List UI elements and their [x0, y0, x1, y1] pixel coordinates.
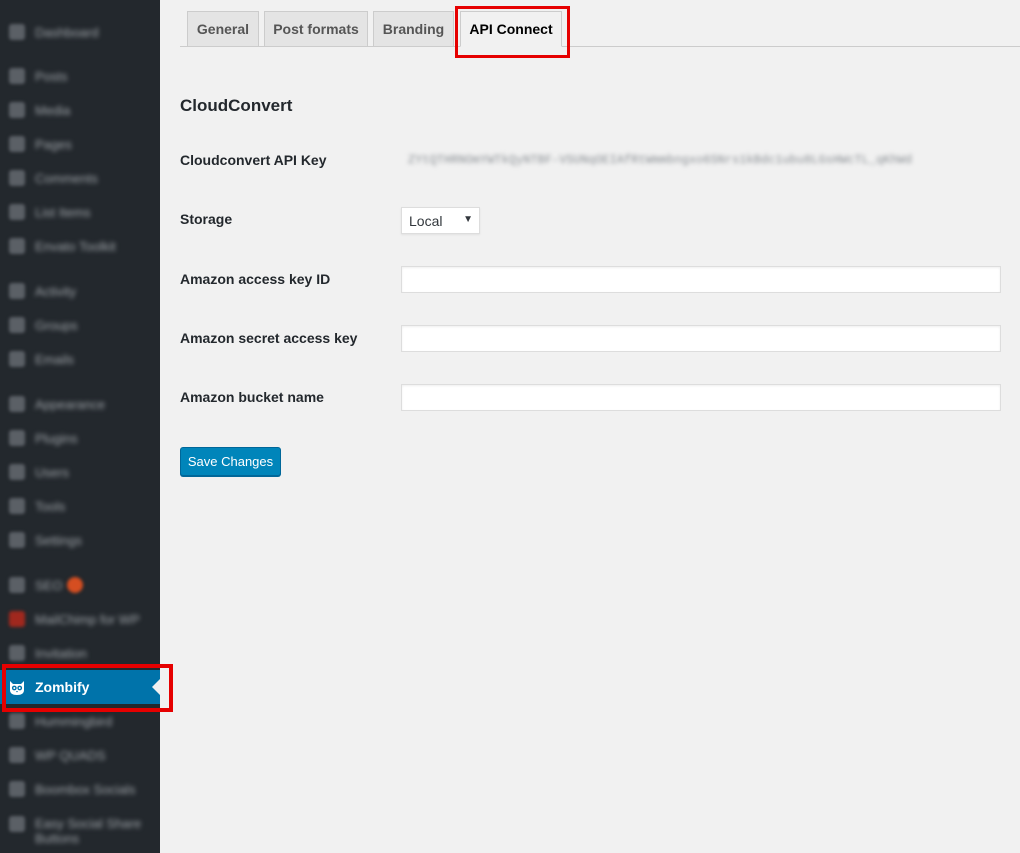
amazon-bucket-label: Amazon bucket name — [180, 389, 324, 405]
amazon-secret-field[interactable] — [401, 325, 1001, 352]
tab-post-formats[interactable]: Post formats — [264, 11, 368, 47]
sidebar-item-list-items[interactable]: List Items — [0, 195, 160, 229]
sidebar-item-wp-quads[interactable]: WP QUADS — [0, 738, 160, 772]
comments-icon — [9, 170, 25, 186]
amazon-secret-label: Amazon secret access key — [180, 330, 358, 346]
sidebar-item-label: List Items — [35, 204, 91, 220]
pages-icon — [9, 136, 25, 152]
groups-icon — [9, 317, 25, 333]
sidebar-item-label: Activity — [35, 283, 77, 299]
amazon-bucket-field[interactable] — [401, 384, 1001, 411]
sidebar-item-media[interactable]: Media — [0, 93, 160, 127]
sidebar-item-label: Plugins — [35, 430, 78, 446]
sidebar-item-comments[interactable]: Comments — [0, 161, 160, 195]
section-title: CloudConvert — [180, 96, 293, 115]
tab-branding[interactable]: Branding — [373, 11, 454, 47]
notification-badge — [67, 577, 84, 593]
save-changes-button[interactable]: Save Changes — [180, 447, 281, 476]
sidebar-item-emails[interactable]: Emails — [0, 342, 160, 376]
sidebar-item-posts[interactable]: Posts — [0, 59, 160, 93]
sidebar-item-label: Groups — [35, 317, 78, 333]
mailchimp-icon — [9, 611, 25, 627]
sidebar-item-label: Comments — [35, 170, 98, 186]
amazon-key-id-label: Amazon access key ID — [180, 271, 331, 287]
sidebar-item-label: Envato Toolkit — [35, 238, 116, 254]
sidebar-item-label: Easy Social Share Buttons — [35, 816, 142, 846]
share-icon — [9, 816, 25, 832]
sidebar-item-label: Emails — [35, 351, 75, 367]
storage-label: Storage — [180, 211, 233, 227]
sidebar-item-label: Pages — [35, 136, 72, 152]
invitation-icon — [9, 645, 25, 661]
api-key-field[interactable]: ZYtQTHRNOmYWTkQyNTBF-VSUNqOEIAfRtWmmbngx… — [401, 148, 1001, 175]
appearance-icon — [9, 396, 25, 412]
sidebar-item-settings[interactable]: Settings — [0, 523, 160, 557]
users-icon — [9, 464, 25, 480]
socials-icon — [9, 781, 25, 797]
sidebar-item-easy-social-share[interactable]: Easy Social Share Buttons — [0, 806, 160, 850]
settings-icon — [9, 532, 25, 548]
sidebar-item-plugins[interactable]: Plugins — [0, 421, 160, 455]
sidebar-item-mailchimp[interactable]: MailChimp for WP — [0, 602, 160, 636]
sidebar-item-dashboard[interactable]: Dashboard — [0, 15, 160, 49]
storage-select-value: Local — [409, 212, 443, 229]
sidebar-item-appearance[interactable]: Appearance — [0, 387, 160, 421]
sidebar-item-tools[interactable]: Tools — [0, 489, 160, 523]
sidebar-item-users[interactable]: Users — [0, 455, 160, 489]
sidebar-item-label: Appearance — [35, 396, 106, 412]
sidebar-item-boombox-socials[interactable]: Boombox Socials — [0, 772, 160, 806]
storage-select[interactable]: Local ▼ — [401, 207, 480, 234]
amazon-key-id-field[interactable] — [401, 266, 1001, 293]
seo-icon — [9, 577, 25, 593]
quads-icon — [9, 747, 25, 763]
sidebar-item-label: Media — [35, 102, 71, 118]
plugins-icon — [9, 430, 25, 446]
sidebar-item-label: Settings — [35, 532, 82, 548]
dashboard-icon — [9, 24, 25, 40]
caret-down-icon: ▼ — [463, 214, 473, 225]
highlight-box-api-connect — [455, 6, 570, 58]
activity-icon — [9, 283, 25, 299]
sidebar-item-label: Invitation — [35, 645, 88, 661]
emails-icon — [9, 351, 25, 367]
media-icon — [9, 102, 25, 118]
sidebar-item-label: MailChimp for WP — [35, 611, 140, 627]
api-key-label: Cloudconvert API Key — [180, 152, 327, 168]
sidebar-item-label: Hummingbird — [35, 713, 113, 729]
sidebar-item-seo[interactable]: SEO — [0, 568, 160, 602]
sidebar-item-label: SEO — [35, 577, 63, 593]
pin-icon — [9, 204, 25, 220]
sidebar-item-envato-toolkit[interactable]: Envato Toolkit — [0, 229, 160, 263]
sidebar-item-label: Users — [35, 464, 69, 480]
sidebar-item-groups[interactable]: Groups — [0, 308, 160, 342]
toolkit-icon — [9, 238, 25, 254]
sidebar-item-activity[interactable]: Activity — [0, 274, 160, 308]
sidebar-item-label: Dashboard — [35, 24, 99, 40]
tab-general[interactable]: General — [187, 11, 259, 47]
highlight-box-zombify — [2, 664, 173, 712]
sidebar-item-label: Tools — [35, 498, 66, 514]
sidebar-item-label: WP QUADS — [35, 747, 106, 763]
tools-icon — [9, 498, 25, 514]
sidebar-item-pages[interactable]: Pages — [0, 127, 160, 161]
hummingbird-icon — [9, 713, 25, 729]
sidebar-item-label: Boombox Socials — [35, 781, 136, 797]
admin-sidebar: Dashboard Posts Media Pages Comments Lis… — [0, 0, 160, 853]
sidebar-item-label: Posts — [35, 68, 68, 84]
pin-icon — [9, 68, 25, 84]
